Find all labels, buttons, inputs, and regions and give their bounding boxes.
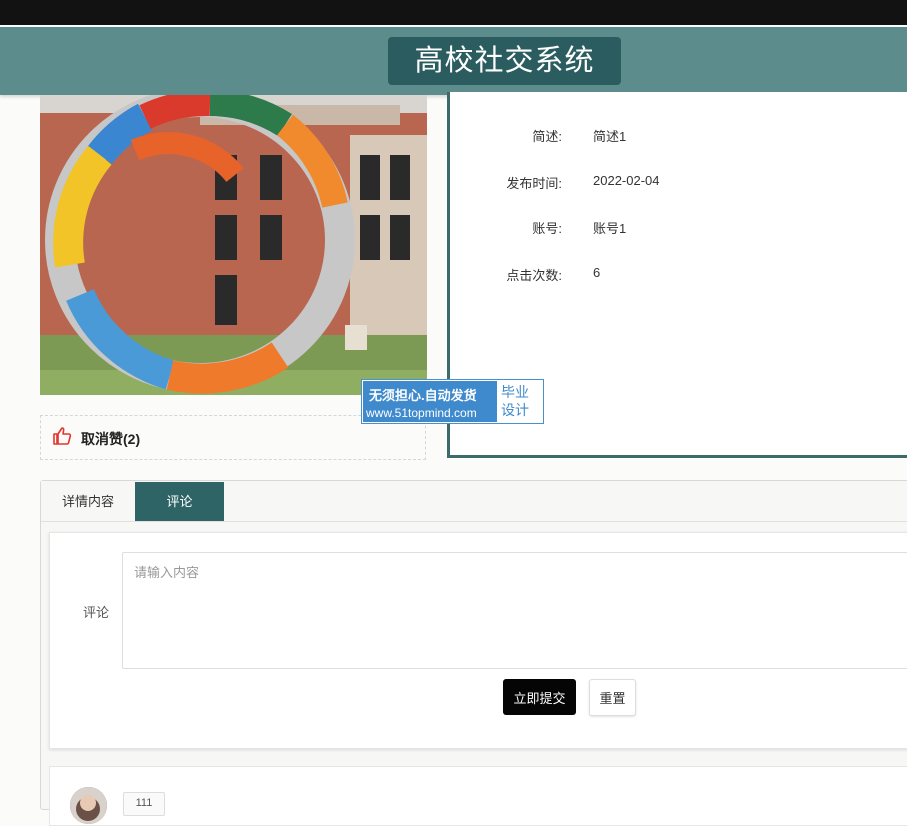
info-label: 账号: bbox=[532, 221, 562, 236]
info-row-publish-time: 发布时间: 2022-02-04 bbox=[450, 173, 659, 192]
watermark-right: 毕业 设计 bbox=[501, 383, 541, 419]
site-title: 高校社交系统 bbox=[388, 37, 621, 85]
tabs-panel: 详情内容 评论 评论 立即提交 重置 111 bbox=[40, 480, 907, 826]
submit-button[interactable]: 立即提交 bbox=[503, 679, 576, 715]
comment-item: 111 bbox=[49, 766, 907, 826]
watermark-line2: www.51topmind.com bbox=[366, 406, 477, 420]
info-value: 6 bbox=[593, 265, 601, 280]
post-image bbox=[40, 95, 427, 395]
info-row-account: 账号: 账号1 bbox=[450, 218, 626, 237]
tab-details[interactable]: 详情内容 bbox=[41, 482, 135, 521]
avatar bbox=[70, 787, 107, 824]
browser-top-bar bbox=[0, 0, 907, 25]
tab-comments[interactable]: 评论 bbox=[135, 482, 224, 521]
watermark-right-line2: 设计 bbox=[501, 402, 529, 418]
watermark-badge: 无须担心.自动发货 www.51topmind.com 毕业 设计 bbox=[361, 379, 544, 424]
info-row-summary: 简述: 简述1 bbox=[450, 126, 626, 145]
comment-form: 评论 立即提交 重置 bbox=[49, 532, 907, 749]
comment-input[interactable] bbox=[122, 552, 907, 669]
tab-bar: 详情内容 评论 bbox=[41, 481, 907, 522]
comment-username: 111 bbox=[123, 792, 165, 816]
info-row-click-count: 点击次数: 6 bbox=[450, 265, 600, 284]
info-value: 2022-02-04 bbox=[593, 173, 660, 188]
watermark-left: 无须担心.自动发货 www.51topmind.com bbox=[363, 381, 497, 422]
comment-field-label: 评论 bbox=[83, 605, 110, 620]
info-label: 点击次数: bbox=[506, 268, 562, 283]
watermark-line1: 无须担心.自动发货 bbox=[369, 388, 477, 403]
info-value: 简述1 bbox=[593, 129, 627, 144]
watermark-right-line1: 毕业 bbox=[501, 384, 529, 400]
site-header: 高校社交系统 bbox=[0, 27, 907, 95]
unlike-label: 取消赞(2) bbox=[81, 431, 141, 447]
info-label: 发布时间: bbox=[506, 176, 562, 191]
thumbs-up-icon bbox=[52, 426, 72, 451]
reset-button[interactable]: 重置 bbox=[589, 679, 636, 716]
info-value: 账号1 bbox=[593, 221, 627, 236]
info-label: 简述: bbox=[532, 129, 562, 144]
